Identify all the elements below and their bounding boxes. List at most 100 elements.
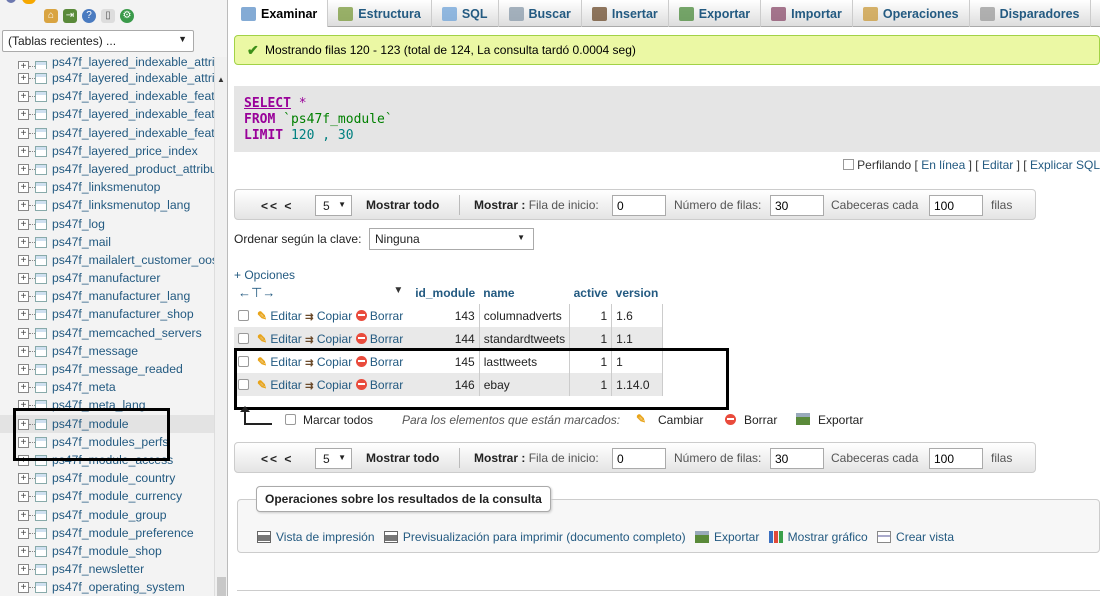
inline-link[interactable]: En línea [921, 158, 965, 172]
expand-icon[interactable]: + [18, 109, 29, 121]
expand-icon[interactable]: + [18, 473, 29, 485]
expand-icon[interactable]: + [18, 218, 29, 230]
edit-row-button[interactable]: ✎ Editar [257, 332, 302, 346]
sidebar-table-item[interactable]: + ps47f_mailalert_customer_oos [0, 251, 214, 269]
change-selected-button[interactable]: Cambiar [658, 413, 703, 427]
cell-id_module[interactable]: 143 [407, 304, 480, 327]
expand-icon[interactable]: + [18, 527, 29, 539]
expand-icon[interactable]: + [18, 163, 29, 175]
tab-buscar[interactable]: Buscar [499, 0, 582, 27]
delete-row-button[interactable]: Borrar [355, 309, 403, 323]
help-icon[interactable]: ? [82, 9, 96, 23]
export-selected-button[interactable]: Exportar [818, 413, 863, 427]
delete-selected-button[interactable]: Borrar [744, 413, 777, 427]
expand-icon[interactable]: + [18, 345, 29, 357]
col-header-id_module[interactable]: id_module [407, 282, 480, 304]
expand-icon[interactable]: + [18, 273, 29, 285]
expand-icon[interactable]: + [18, 364, 29, 375]
sort-triangle-icon[interactable]: ▼ [393, 285, 403, 296]
tab-operaciones[interactable]: Operaciones [853, 0, 970, 27]
expand-icon[interactable]: + [18, 145, 29, 157]
start-row-input[interactable] [612, 448, 666, 469]
num-rows-input[interactable] [770, 195, 824, 216]
logout-icon[interactable]: ⇥ [63, 9, 77, 23]
edit-row-button[interactable]: ✎ Editar [257, 309, 302, 323]
sql-query-box[interactable]: SELECT * FROM `ps47f_module` LIMIT 120 ,… [234, 86, 1100, 152]
sidebar-table-item[interactable]: + ps47f_layered_indexable_feat [0, 124, 214, 142]
tab-estructura[interactable]: Estructura [328, 0, 432, 27]
expand-icon[interactable]: + [18, 291, 29, 303]
sidebar-scrollbar[interactable]: ▲ [214, 57, 227, 596]
expand-icon[interactable]: + [18, 545, 29, 557]
expand-icon[interactable]: + [18, 491, 29, 503]
expand-icon[interactable]: + [18, 127, 29, 139]
options-link[interactable]: + Opciones [234, 268, 295, 282]
col-header-version[interactable]: version [611, 282, 663, 304]
cell-active[interactable]: 1 [569, 327, 613, 350]
sql-select-keyword[interactable]: SELECT [244, 96, 291, 111]
sidebar-table-item[interactable]: + ps47f_layered_indexable_feat [0, 105, 214, 123]
headers-every-input[interactable] [929, 195, 983, 216]
sidebar-table-item[interactable]: + ps47f_module_currency [0, 487, 214, 505]
sidebar-table-item[interactable]: + ps47f_module_group [0, 506, 214, 524]
expand-icon[interactable]: + [18, 582, 29, 594]
show-all-button[interactable]: Mostrar todo [366, 198, 439, 212]
sidebar-table-item[interactable]: + ps47f_manufacturer [0, 269, 214, 287]
sidebar-table-item[interactable]: + ps47f_layered_product_attribu [0, 160, 214, 178]
col-header-active[interactable]: active [569, 282, 612, 304]
copy-row-button[interactable]: ⇉ Copiar [305, 309, 352, 323]
profiling-checkbox[interactable] [843, 159, 855, 170]
settings-icon[interactable]: ⚙ [120, 9, 134, 23]
sidebar-table-item[interactable]: + ps47f_module_country [0, 469, 214, 487]
recent-tables-select[interactable]: (Tablas recientes) ... ▼ [2, 30, 194, 52]
num-rows-input[interactable] [770, 448, 824, 469]
explain-sql-link[interactable]: Explicar SQL [1030, 158, 1100, 172]
sidebar-table-item[interactable]: + ps47f_manufacturer_lang [0, 287, 214, 305]
show-all-button[interactable]: Mostrar todo [366, 451, 439, 465]
tab-examinar[interactable]: Examinar [231, 0, 329, 27]
export-results-link[interactable]: Exportar [694, 530, 759, 544]
col-header-name[interactable]: name [479, 282, 570, 304]
expand-icon[interactable]: + [18, 327, 29, 339]
check-all-label[interactable]: Marcar todos [303, 413, 373, 427]
home-icon[interactable]: ⌂ [44, 9, 58, 23]
edit-query-link[interactable]: Editar [982, 158, 1013, 172]
tab-exportar[interactable]: Exportar [669, 0, 762, 27]
scrollbar-thumb[interactable] [217, 577, 226, 596]
expand-icon[interactable]: + [18, 309, 29, 321]
show-chart-link[interactable]: Mostrar gráfico [768, 530, 868, 544]
order-key-select[interactable]: Ninguna ▼ [369, 228, 534, 250]
sidebar-table-item[interactable]: + ps47f_layered_indexable_attri [0, 57, 214, 69]
row-checkbox[interactable] [238, 309, 249, 321]
sidebar-table-item[interactable]: + ps47f_operating_system [0, 578, 214, 596]
expand-icon[interactable]: + [18, 73, 29, 84]
sidebar-table-item[interactable]: + ps47f_module_preference [0, 524, 214, 542]
create-view-link[interactable]: Crear vista [877, 530, 954, 544]
cell-id_module[interactable]: 144 [407, 327, 480, 350]
expand-icon[interactable]: + [18, 509, 29, 521]
sidebar-table-item[interactable]: + ps47f_linksmenutop_lang [0, 196, 214, 214]
sidebar-table-item[interactable]: + ps47f_memcached_servers [0, 324, 214, 342]
sidebar-table-item[interactable]: + ps47f_newsletter [0, 560, 214, 578]
sidebar-table-item[interactable]: + ps47f_manufacturer_shop [0, 305, 214, 323]
expand-icon[interactable]: + [18, 200, 29, 212]
expand-icon[interactable]: + [18, 91, 29, 103]
expand-icon[interactable]: + [18, 382, 29, 394]
page-select[interactable]: 5 ▼ [315, 195, 352, 216]
expand-icon[interactable]: + [18, 61, 29, 69]
row-checkbox[interactable] [238, 332, 249, 344]
prev-page-buttons[interactable]: << < [261, 452, 293, 466]
sidebar-table-item[interactable]: + ps47f_message_readed [0, 360, 214, 378]
sidebar-table-item[interactable]: + ps47f_mail [0, 233, 214, 251]
docs-icon[interactable]: ▯ [101, 9, 115, 23]
expand-icon[interactable]: + [18, 564, 29, 576]
expand-icon[interactable]: + [18, 236, 29, 248]
delete-row-button[interactable]: Borrar [355, 332, 403, 346]
cell-version[interactable]: 1.1 [611, 327, 663, 350]
tab-importar[interactable]: Importar [761, 0, 853, 27]
print-view-link[interactable]: Vista de impresión [257, 530, 375, 544]
expand-icon[interactable]: + [18, 182, 29, 194]
cell-name[interactable]: standardtweets [479, 327, 571, 350]
copy-row-button[interactable]: ⇉ Copiar [305, 332, 352, 346]
expand-icon[interactable]: + [18, 254, 29, 266]
